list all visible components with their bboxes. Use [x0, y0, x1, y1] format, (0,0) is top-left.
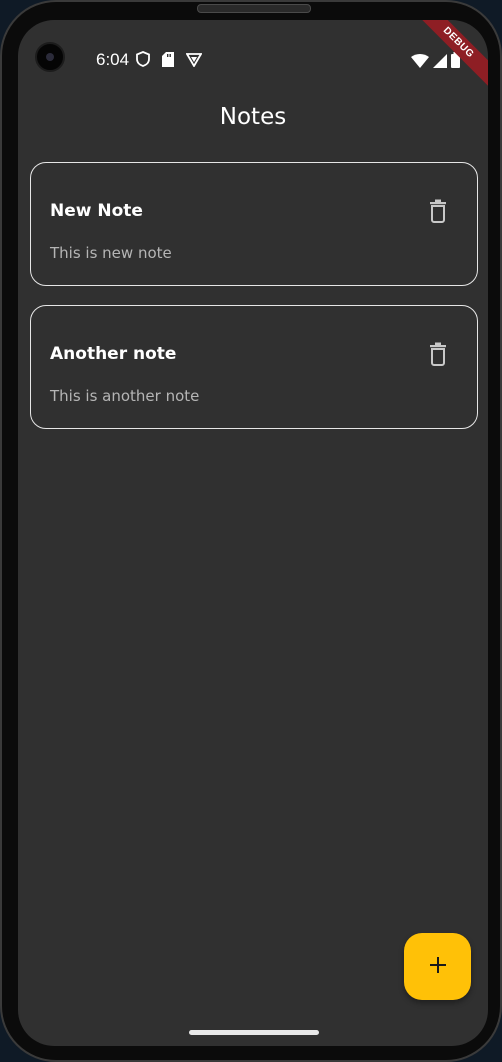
note-card[interactable]: New Note This is new note [30, 162, 478, 286]
status-time: 6:04 [96, 50, 130, 69]
wifi-icon [411, 53, 429, 72]
phone-frame: 6:04 DEBUG Notes New Note This is new no… [0, 0, 502, 1062]
delete-icon[interactable] [427, 199, 449, 223]
sd-card-icon [162, 51, 174, 71]
note-card[interactable]: Another note This is another note [30, 305, 478, 429]
status-icons-left [136, 51, 203, 71]
shield-icon [136, 51, 150, 71]
status-icons-right [411, 52, 460, 72]
add-note-button[interactable] [404, 933, 471, 1000]
vpn-icon [185, 52, 203, 71]
signal-icon [433, 53, 447, 72]
delete-icon[interactable] [427, 342, 449, 366]
note-title: New Note [50, 201, 143, 221]
page-title: Notes [219, 104, 287, 130]
plus-icon [429, 956, 447, 978]
note-body: This is new note [50, 244, 172, 262]
earpiece-speaker [197, 4, 311, 13]
front-camera [35, 42, 65, 72]
note-title: Another note [50, 344, 177, 364]
app-screen: 6:04 DEBUG Notes New Note This is new no… [18, 20, 488, 1046]
note-body: This is another note [50, 387, 200, 405]
home-indicator[interactable] [189, 1030, 319, 1035]
